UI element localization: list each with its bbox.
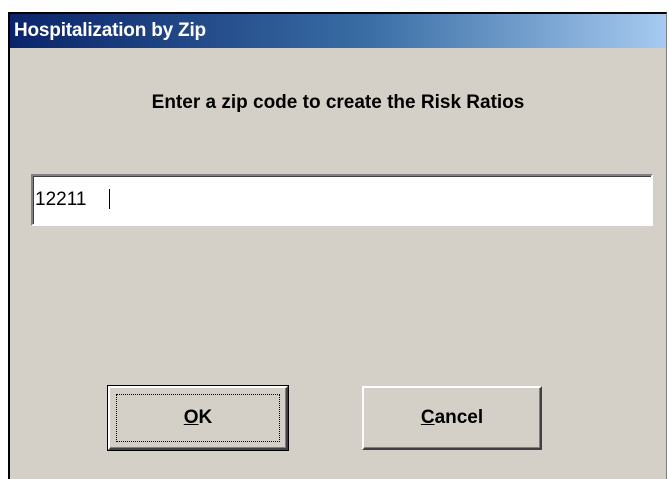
- cancel-button-label: Cancel: [421, 407, 483, 429]
- cancel-label-rest: ancel: [434, 407, 484, 428]
- window-title: Hospitalization by Zip: [14, 20, 206, 41]
- focus-ring: [116, 394, 280, 442]
- zip-prompt-label: Enter a zip code to create the Risk Rati…: [151, 92, 525, 113]
- cancel-button[interactable]: Cancel: [362, 386, 542, 450]
- cancel-accelerator-key: C: [420, 407, 435, 428]
- hospitalization-dialog: Hospitalization by Zip Enter a zip code …: [8, 12, 667, 479]
- zip-code-input[interactable]: [31, 174, 653, 226]
- title-bar[interactable]: Hospitalization by Zip: [10, 14, 666, 48]
- ok-button[interactable]: OK: [107, 385, 289, 451]
- text-caret: [109, 189, 110, 209]
